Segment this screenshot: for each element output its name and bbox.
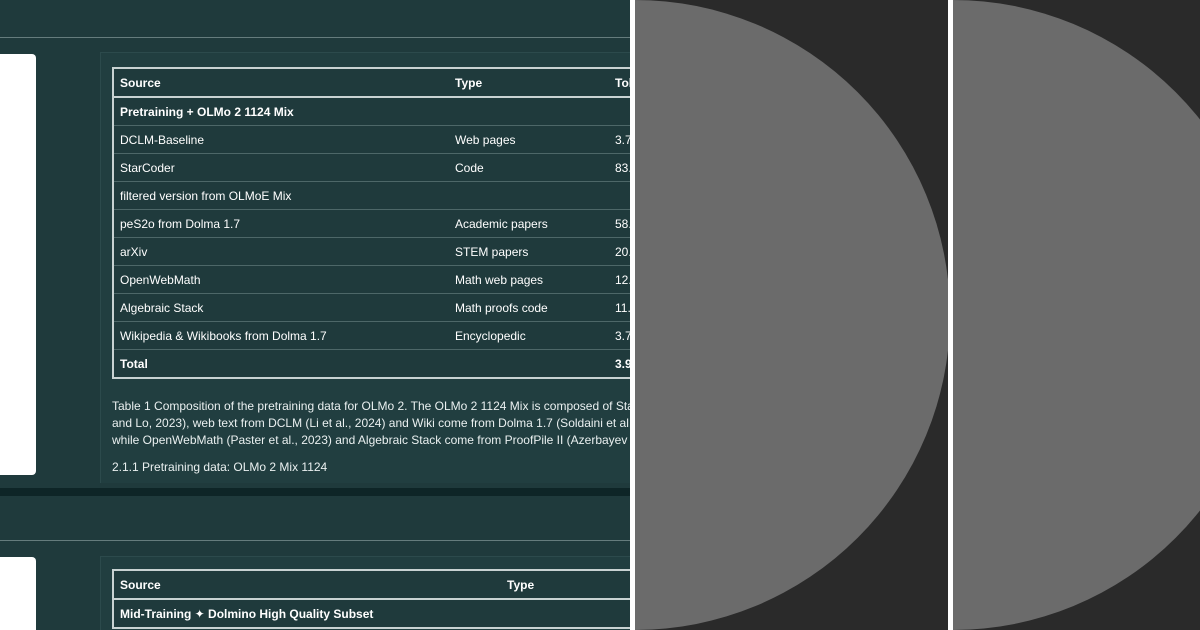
table-row: peS2o from Dolma 1.7Academic papers58. <box>113 209 630 238</box>
top-rule <box>0 37 630 38</box>
table-row: arXivSTEM papers20. <box>113 237 630 266</box>
source-cell: Wikipedia & Wikibooks from Dolma 1.7 <box>113 321 449 350</box>
source-cell: Pretraining + OLMo 2 1124 Mix <box>113 97 449 126</box>
group-cell: Mid-Training ✦ Dolmino High Quality Subs… <box>113 599 630 629</box>
type-cell: Math proofs code <box>449 293 609 322</box>
type-cell: Math web pages <box>449 265 609 294</box>
table-row: Algebraic Stack Math proofs code 11. <box>113 293 630 322</box>
table-header-row: Source Type <box>113 570 630 600</box>
side-card-top <box>0 54 36 475</box>
caption-line: and Lo, 2023), web text from DCLM (Li et… <box>112 416 630 430</box>
source-cell: Algebraic Stack <box>113 293 449 322</box>
pretraining-table: Source Type Tol Pretraining + OLMo 2 112… <box>112 67 630 379</box>
disc-shape <box>635 0 948 630</box>
tokens-cell: 3.9 <box>615 356 630 371</box>
tokens-cell: 12. <box>609 265 630 294</box>
source-cell: peS2o from Dolma 1.7 <box>113 209 449 238</box>
col-source-header: Source <box>113 68 449 98</box>
disc-shape <box>953 0 1200 630</box>
pretraining-table-body: Pretraining + OLMo 2 1124 Mix DCLM-Baseli… <box>113 97 630 378</box>
tokens-cell <box>609 181 630 210</box>
type-cell <box>449 97 609 126</box>
tokens-cell: 11. <box>609 293 630 322</box>
col-source-header: Source <box>113 570 501 600</box>
table-row: OpenWebMathMath web pages12. <box>113 265 630 294</box>
tokens-cell: 3.7 <box>609 125 630 154</box>
type-cell <box>449 350 609 379</box>
side-card-bottom <box>0 557 36 630</box>
section-divider <box>0 488 630 496</box>
table-header-row: Source Type Tol <box>113 68 630 98</box>
table-row: DCLM-BaselineWeb pages3.7 <box>113 125 630 154</box>
source-cell: DCLM-Baseline <box>113 125 449 154</box>
table-row: filtered version from OLMoE Mix <box>113 181 630 210</box>
half-disc-left <box>635 0 948 630</box>
col-type-header: Type <box>449 68 609 98</box>
table-row: Total 3.9 <box>113 350 630 379</box>
type-cell: Web pages <box>449 125 609 154</box>
document-panel: Source Type Tol Pretraining + OLMo 2 112… <box>0 0 630 630</box>
type-cell: Code <box>449 153 609 182</box>
table-row: Mid-Training ✦ Dolmino High Quality Subs… <box>113 599 630 629</box>
caption-line: Table 1 Composition of the pretraining d… <box>112 399 630 413</box>
source-cell: filtered version from OLMoE Mix <box>113 181 449 210</box>
type-cell: Academic papers <box>449 209 609 238</box>
source-cell: OpenWebMath <box>113 265 449 294</box>
type-cell: Encyclopedic <box>449 321 609 350</box>
type-cell <box>449 181 609 210</box>
tokens-cell: 20. <box>609 237 630 266</box>
caption-line: while OpenWebMath (Paster et al., 2023) … <box>112 433 630 447</box>
tokens-cell: 58. <box>609 209 630 238</box>
source-cell: Total <box>120 356 148 371</box>
tokens-cell: 83. <box>609 153 630 182</box>
screen: Source Type Tol Pretraining + OLMo 2 112… <box>0 0 1200 630</box>
mid-rule <box>0 540 630 541</box>
table-row: Wikipedia & Wikibooks from Dolma 1.7 Ency… <box>113 321 630 350</box>
source-cell: StarCoder <box>113 153 449 182</box>
section-subheading: 2.1.1 Pretraining data: OLMo 2 Mix 1124 <box>112 460 328 474</box>
type-cell: STEM papers <box>449 237 609 266</box>
col-type-header: Type <box>501 570 630 600</box>
col-tokens-header: Tol <box>609 68 630 98</box>
table-row: StarCoderCode83. <box>113 153 630 182</box>
midtraining-table: Source Type Mid-Training ✦ Dolmino High … <box>112 569 630 629</box>
source-cell: arXiv <box>113 237 449 266</box>
table-caption: Table 1 Composition of the pretraining d… <box>112 398 630 449</box>
half-disc-right <box>953 0 1200 630</box>
tokens-cell: 3.7 <box>609 321 630 350</box>
tokens-cell <box>609 97 630 126</box>
table-row: Pretraining + OLMo 2 1124 Mix <box>113 97 630 126</box>
